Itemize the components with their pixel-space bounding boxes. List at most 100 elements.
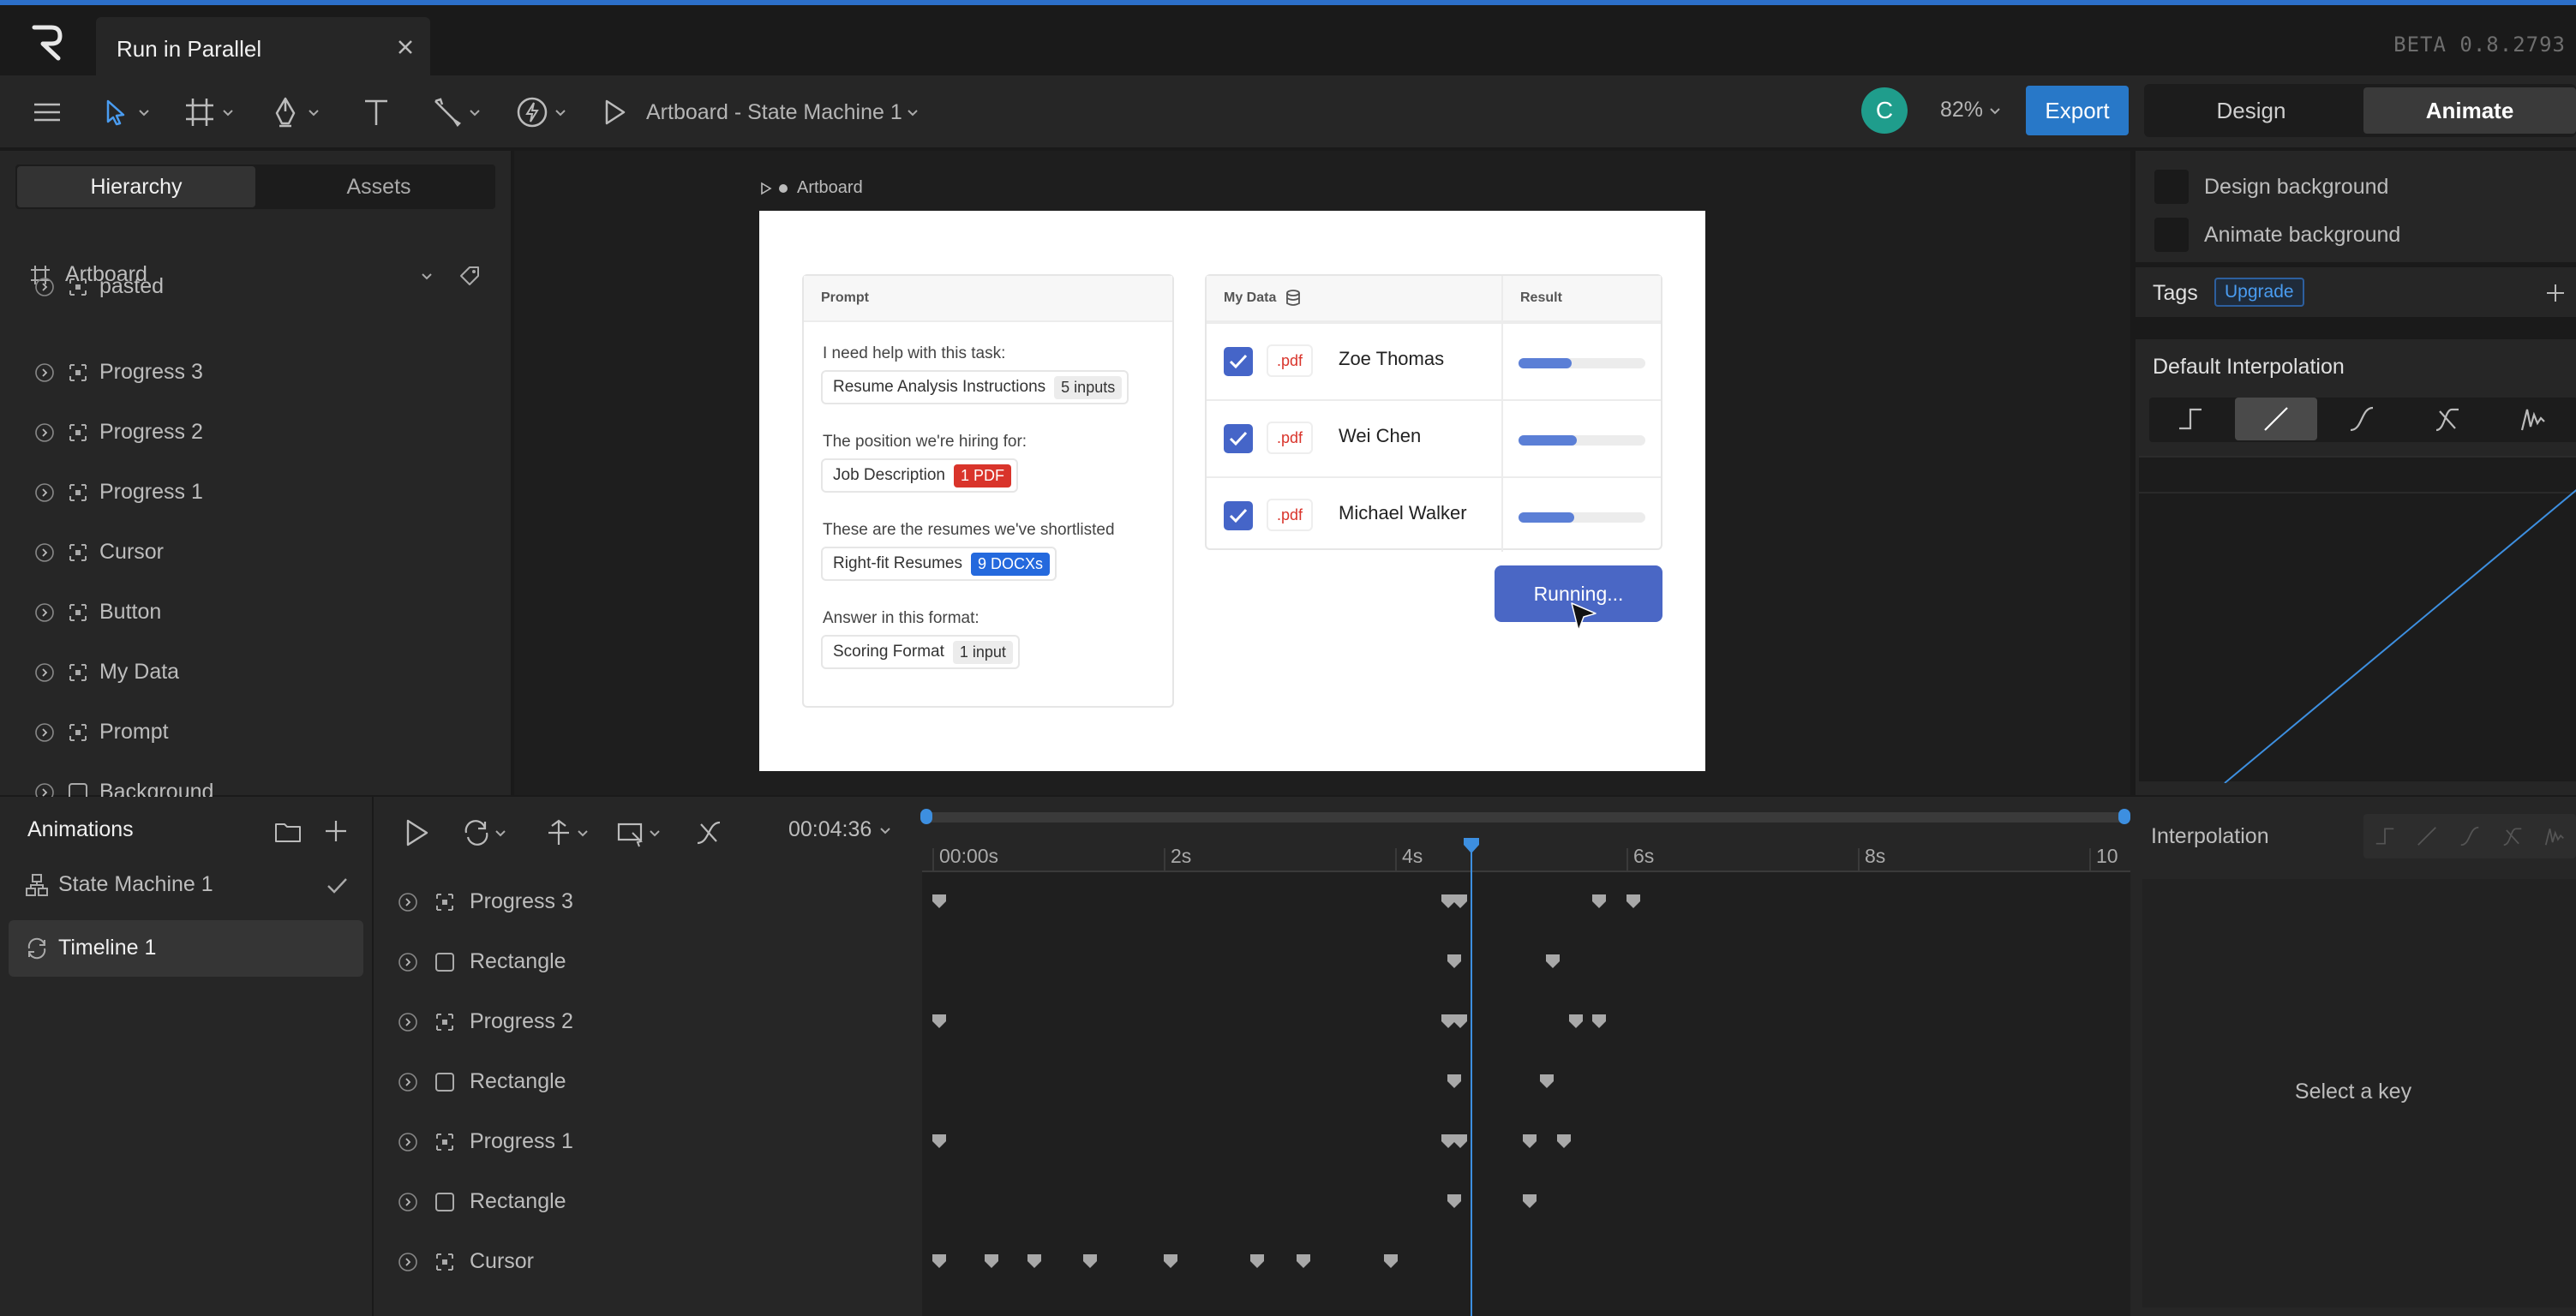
- artboard-label[interactable]: Artboard: [759, 178, 863, 198]
- export-button[interactable]: Export: [2026, 86, 2129, 135]
- menu-icon[interactable]: [29, 93, 65, 132]
- add-animation-icon[interactable]: [321, 816, 351, 846]
- expand-chevron-icon[interactable]: [398, 1192, 418, 1212]
- events-tool[interactable]: [514, 93, 567, 132]
- hierarchy-item[interactable]: Cursor: [0, 523, 511, 583]
- keyframe[interactable]: [932, 1134, 947, 1149]
- animation-item-timeline[interactable]: Timeline 1: [9, 920, 363, 977]
- keyframe[interactable]: [1522, 1134, 1537, 1149]
- keyframe[interactable]: [1447, 1193, 1462, 1209]
- expand-chevron-icon[interactable]: [34, 362, 55, 383]
- interp-spring-button[interactable]: [2492, 398, 2574, 440]
- play-icon[interactable]: [399, 816, 434, 850]
- keyframe[interactable]: [1453, 894, 1468, 909]
- animation-item-state-machine[interactable]: State Machine 1: [9, 858, 363, 912]
- rive-logo-icon[interactable]: [26, 21, 69, 63]
- keyframe[interactable]: [1453, 1014, 1468, 1029]
- timeline-track[interactable]: Progress 3: [374, 872, 922, 932]
- interp-hold-button[interactable]: [2149, 398, 2232, 440]
- expand-chevron-icon[interactable]: [398, 1132, 418, 1152]
- expand-chevron-icon[interactable]: [34, 602, 55, 623]
- keyframe[interactable]: [932, 1253, 947, 1269]
- expand-chevron-icon[interactable]: [34, 722, 55, 743]
- hierarchy-item[interactable]: Prompt: [0, 703, 511, 763]
- checkbox[interactable]: [1224, 501, 1253, 530]
- select-tool[interactable]: [98, 93, 151, 132]
- keyframe[interactable]: [1447, 1074, 1462, 1089]
- hierarchy-item[interactable]: Progress 3: [0, 343, 511, 403]
- zoom-dropdown[interactable]: 82%: [1940, 98, 2002, 123]
- prompt-chip[interactable]: Resume Analysis Instructions 5 inputs: [821, 370, 1129, 404]
- keyframe[interactable]: [1568, 1014, 1584, 1029]
- checkbox[interactable]: [1224, 347, 1253, 376]
- timeline-track[interactable]: Cursor: [374, 1232, 922, 1292]
- mode-design-tab[interactable]: Design: [2144, 87, 2358, 134]
- keyframe[interactable]: [1027, 1253, 1042, 1269]
- close-icon[interactable]: [392, 34, 418, 60]
- direction-dropdown[interactable]: [542, 816, 602, 850]
- file-tab[interactable]: Run in Parallel: [96, 17, 430, 81]
- upgrade-badge[interactable]: Upgrade: [2214, 278, 2304, 307]
- timeline-track[interactable]: Rectangle: [374, 1172, 922, 1232]
- keyframe-track-area[interactable]: [922, 870, 2130, 1316]
- interp-cubic-button[interactable]: [2321, 398, 2403, 440]
- prompt-chip[interactable]: Right-fit Resumes 9 DOCXs: [821, 547, 1057, 581]
- timeline-track[interactable]: Rectangle: [374, 1052, 922, 1112]
- add-tag-icon[interactable]: [2543, 281, 2567, 305]
- text-tool-icon[interactable]: [358, 93, 394, 132]
- loop-mode-dropdown[interactable]: [459, 816, 519, 850]
- keyframe[interactable]: [932, 1014, 947, 1029]
- interp-elastic-button[interactable]: [2406, 398, 2489, 440]
- expand-chevron-icon[interactable]: [398, 1072, 418, 1092]
- range-end-handle[interactable]: [2118, 809, 2130, 824]
- keyframe[interactable]: [984, 1253, 999, 1269]
- expand-chevron-icon[interactable]: [34, 542, 55, 563]
- prompt-chip[interactable]: Job Description 1 PDF: [821, 458, 1018, 493]
- pen-tool[interactable]: [267, 93, 321, 132]
- expand-chevron-icon[interactable]: [34, 277, 55, 297]
- keyframe[interactable]: [1296, 1253, 1311, 1269]
- keyframe[interactable]: [932, 894, 947, 909]
- keyframe[interactable]: [1249, 1253, 1265, 1269]
- hierarchy-item[interactable]: Progress 1: [0, 463, 511, 523]
- keyframe[interactable]: [1163, 1253, 1178, 1269]
- checkbox[interactable]: [1224, 424, 1253, 453]
- keyframe[interactable]: [1626, 894, 1641, 909]
- tab-assets[interactable]: Assets: [264, 166, 494, 207]
- expand-chevron-icon[interactable]: [398, 892, 418, 912]
- folder-icon[interactable]: [273, 816, 303, 846]
- bone-tool[interactable]: [428, 93, 482, 132]
- playhead-handle-icon[interactable]: [1462, 836, 1481, 855]
- keyframe[interactable]: [1082, 1253, 1098, 1269]
- timeline-track[interactable]: Progress 1: [374, 1112, 922, 1172]
- frame-tool[interactable]: [182, 93, 235, 132]
- state-machine-breadcrumb[interactable]: Artboard - State Machine 1: [596, 93, 920, 132]
- hierarchy-item[interactable]: pasted: [0, 257, 511, 317]
- hierarchy-item[interactable]: My Data: [0, 643, 511, 703]
- expand-chevron-icon[interactable]: [34, 482, 55, 503]
- expand-chevron-icon[interactable]: [398, 1012, 418, 1032]
- hierarchy-item[interactable]: Button: [0, 583, 511, 643]
- keyframe[interactable]: [1591, 1014, 1607, 1029]
- expand-chevron-icon[interactable]: [34, 662, 55, 683]
- keyframe[interactable]: [1591, 894, 1607, 909]
- work-area-dropdown[interactable]: [614, 816, 674, 850]
- keyframe[interactable]: [1453, 1134, 1468, 1149]
- keyframe[interactable]: [1383, 1253, 1399, 1269]
- mode-animate-tab[interactable]: Animate: [2363, 87, 2576, 134]
- animate-background-swatch[interactable]: [2154, 218, 2189, 252]
- easing-icon[interactable]: [692, 816, 727, 850]
- interpolation-curve-graph[interactable]: [2139, 456, 2576, 783]
- keyframe[interactable]: [1447, 954, 1462, 969]
- expand-chevron-icon[interactable]: [398, 1252, 418, 1272]
- time-display[interactable]: 00:04:36: [788, 817, 892, 842]
- keyframe[interactable]: [1539, 1074, 1555, 1089]
- artboard[interactable]: Prompt I need help with this task: Resume…: [759, 211, 1705, 771]
- interp-linear-button[interactable]: [2235, 398, 2317, 440]
- keyframe[interactable]: [1545, 954, 1561, 969]
- keyframe[interactable]: [1556, 1134, 1572, 1149]
- tab-hierarchy[interactable]: Hierarchy: [17, 166, 255, 207]
- design-background-swatch[interactable]: [2154, 170, 2189, 204]
- avatar[interactable]: C: [1861, 87, 1908, 134]
- expand-chevron-icon[interactable]: [398, 952, 418, 972]
